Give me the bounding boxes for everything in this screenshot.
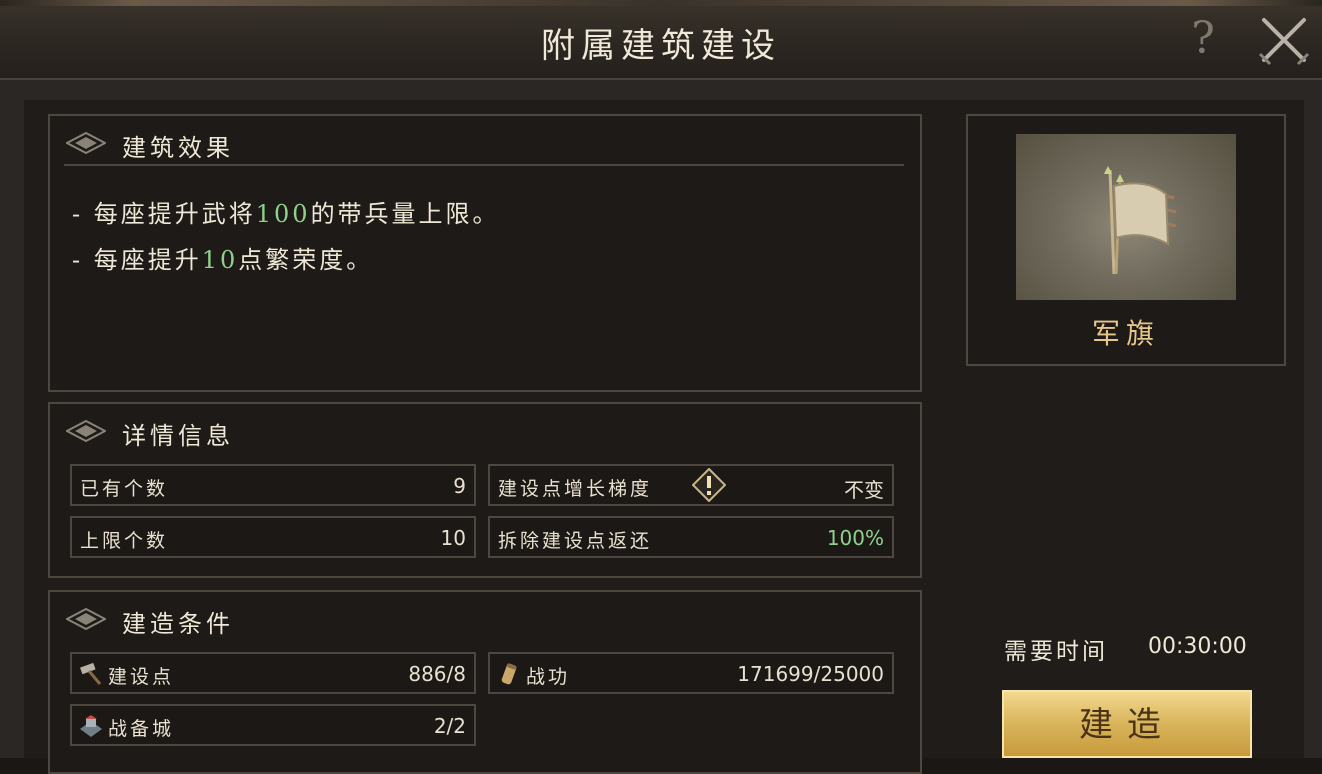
refund-label: 拆除建设点返还 [498, 530, 653, 552]
city-label: 战备城 [108, 718, 175, 740]
building-name: 军旗 [1091, 317, 1160, 350]
title-bar: 附属建筑建设 ? [0, 0, 1322, 80]
owned-count-row: 已有个数 9 [70, 464, 476, 506]
merit-row: 战功 171699/25000 [488, 652, 894, 694]
owned-count-value: 9 [453, 474, 466, 498]
time-label: 需要时间 [1004, 639, 1108, 665]
hammer-icon [80, 662, 102, 685]
section-diamond-icon [66, 420, 106, 442]
build-button[interactable]: 建造 [1002, 690, 1252, 758]
warning-icon[interactable] [692, 468, 726, 502]
details-header: 详情信息 [64, 416, 904, 452]
merit-label: 战功 [526, 666, 571, 688]
owned-count-label: 已有个数 [80, 478, 169, 500]
effects-box: 建筑效果 - 每座提升武将100的带兵量上限。 - 每座提升10点繁荣度。 [48, 114, 922, 392]
growth-label: 建设点增长梯度 [498, 478, 653, 500]
war-flag-icon [1104, 166, 1177, 275]
time-value: 00:30:00 [1148, 634, 1247, 659]
limit-count-label: 上限个数 [80, 530, 169, 552]
details-title: 详情信息 [122, 422, 234, 450]
conditions-title: 建造条件 [122, 610, 234, 638]
close-icon[interactable] [1256, 14, 1312, 66]
build-points-label: 建设点 [108, 666, 175, 688]
limit-count-value: 10 [440, 526, 466, 550]
scroll-icon [501, 663, 517, 685]
effects-header: 建筑效果 [64, 128, 904, 166]
building-image [1016, 134, 1236, 300]
conditions-header: 建造条件 [64, 604, 904, 640]
effects-title: 建筑效果 [122, 134, 234, 162]
effect-line-1: - 每座提升武将100的带兵量上限。 [72, 200, 500, 228]
refund-value: 100% [826, 526, 884, 550]
city-value: 2/2 [433, 714, 466, 738]
build-points-value: 886/8 [408, 662, 466, 686]
details-box: 详情信息 已有个数 9 建设点增长梯度 不变 上限个数 10 拆除建设点返还 1… [48, 402, 922, 578]
limit-count-row: 上限个数 10 [70, 516, 476, 558]
conditions-box: 建造条件 建设点 886/8 战功 171699/25000 战备城 2/2 [48, 590, 922, 774]
city-icon [80, 715, 102, 737]
city-row: 战备城 2/2 [70, 704, 476, 746]
merit-value: 171699/25000 [737, 662, 884, 686]
refund-row: 拆除建设点返还 100% [488, 516, 894, 558]
help-icon[interactable]: ? [1184, 14, 1222, 64]
effect-line-2: - 每座提升10点繁荣度。 [72, 246, 374, 274]
build-points-row: 建设点 886/8 [70, 652, 476, 694]
section-diamond-icon [66, 132, 106, 154]
section-diamond-icon [66, 608, 106, 630]
page-title: 附属建筑建设 [541, 26, 781, 66]
growth-row: 建设点增长梯度 不变 [488, 464, 894, 506]
growth-value: 不变 [844, 478, 884, 502]
